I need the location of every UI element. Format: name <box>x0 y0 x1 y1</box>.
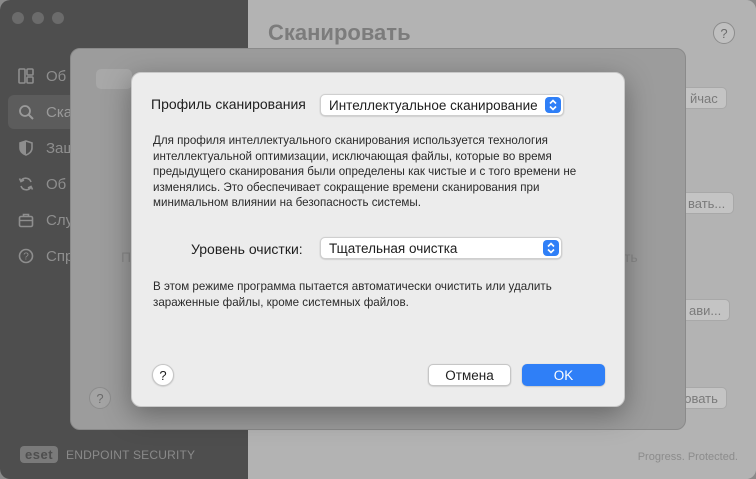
shield-icon <box>18 140 34 156</box>
search-icon <box>18 104 34 120</box>
custom-scan-button[interactable]: вать... <box>679 192 735 214</box>
clean-level-value: Тщательная очистка <box>329 240 458 256</box>
sidebar-item-label: Ска <box>46 103 73 121</box>
ok-button[interactable]: OK <box>522 364 605 386</box>
sheet-faded-label: ть <box>624 249 638 265</box>
sheet-faded-label: П <box>121 249 132 265</box>
profile-select[interactable]: Интеллектуальное сканирование <box>320 94 564 116</box>
dialog-help-button[interactable]: ? <box>152 364 174 386</box>
profile-label: Профиль сканирования <box>151 96 306 112</box>
sidebar-item-label: Об <box>46 175 67 193</box>
cancel-button[interactable]: Отмена <box>428 364 511 386</box>
page-title: Сканировать <box>268 20 411 45</box>
sheet-tab <box>96 69 132 89</box>
chevron-updown-icon <box>543 240 559 256</box>
zoom-window-button[interactable] <box>52 12 64 24</box>
chevron-updown-icon <box>545 97 561 113</box>
profile-select-value: Интеллектуальное сканирование <box>329 97 538 113</box>
sidebar-item-label: Об <box>46 67 67 85</box>
brand-name: ENDPOINT SECURITY <box>66 447 196 462</box>
profile-description: Для профиля интеллектуального сканирован… <box>153 134 577 209</box>
refresh-icon <box>18 176 34 192</box>
overview-icon <box>18 68 34 84</box>
sheet-help-button[interactable]: ? <box>89 387 111 409</box>
footer-slogan: Progress. Protected. <box>637 451 738 463</box>
help-icon: ? <box>18 248 34 264</box>
svg-text:?: ? <box>23 252 29 263</box>
clean-level-label: Уровень очистки: <box>191 241 303 257</box>
eset-logo: eset <box>20 446 59 463</box>
brand: eset ENDPOINT SECURITY <box>20 446 195 463</box>
minimize-window-button[interactable] <box>32 12 44 24</box>
briefcase-icon <box>18 212 34 228</box>
clean-level-select[interactable]: Тщательная очистка <box>320 237 562 259</box>
scan-profile-dialog: Профиль сканирования Интеллектуальное ск… <box>131 72 625 407</box>
close-window-button[interactable] <box>12 12 24 24</box>
settings-button[interactable]: ави... <box>680 299 731 321</box>
scan-now-button[interactable]: йчас <box>681 87 727 109</box>
clean-level-description: В этом режиме программа пытается автомат… <box>153 280 552 309</box>
page-help-button[interactable]: ? <box>713 22 735 44</box>
